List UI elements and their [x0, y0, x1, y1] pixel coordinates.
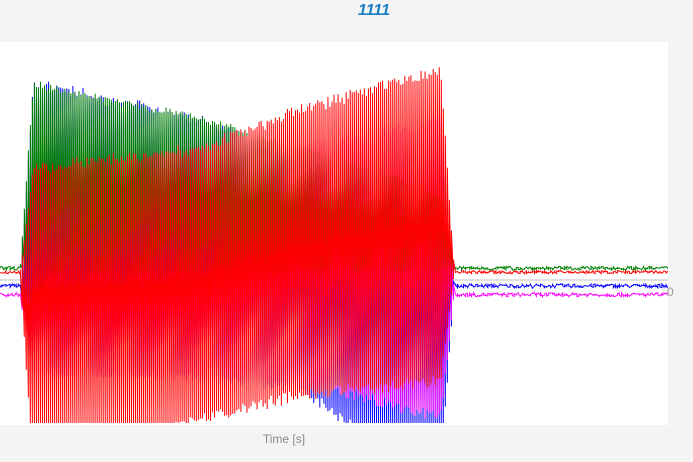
x-axis-label: Time [s] [262, 432, 306, 446]
series-group [0, 67, 668, 424]
chart-title: 1111 [357, 2, 391, 19]
signal-series-4 [0, 67, 668, 424]
plot-svg [0, 67, 668, 424]
zero-tick-label: 0 [667, 285, 674, 299]
